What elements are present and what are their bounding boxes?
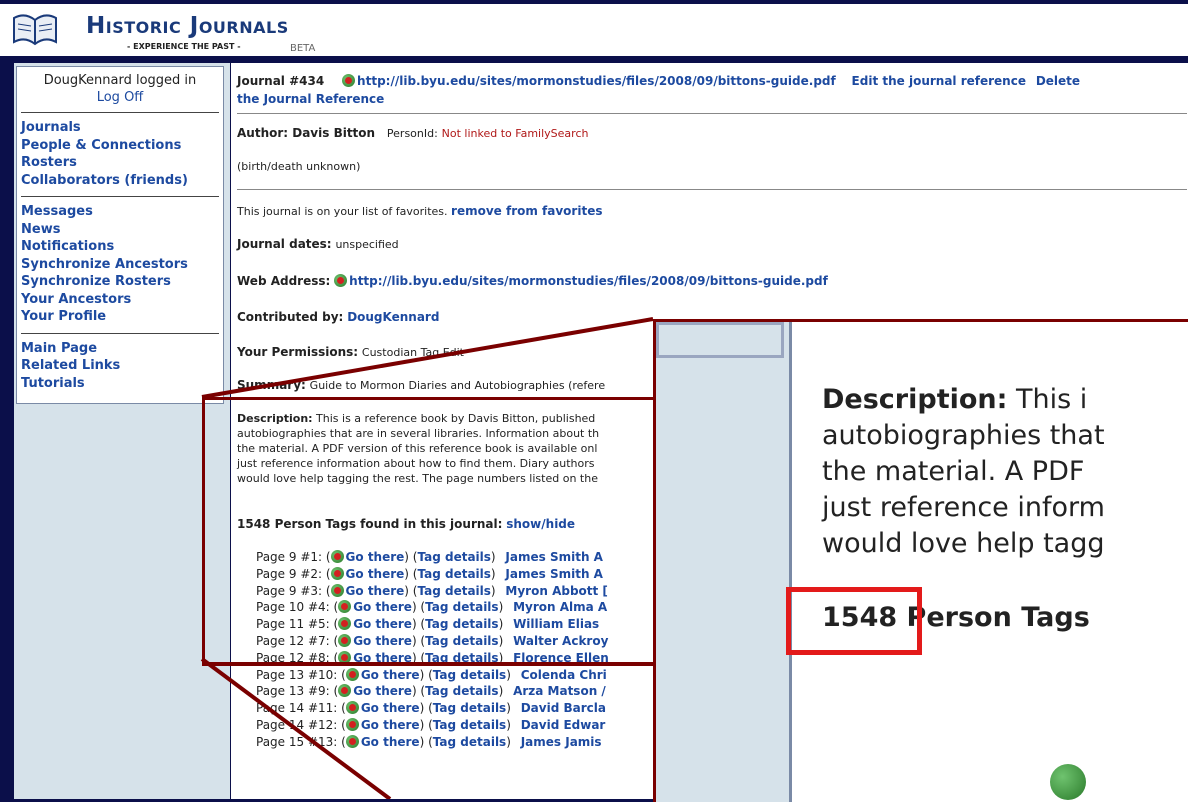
zoom-sidebar-fragment [656,322,784,358]
zoom-line: autobiographies that [822,420,1105,451]
zoom-line: the material. A PDF [822,456,1085,487]
zoom-content: Description: This i autobiographies that… [786,322,1188,802]
zoom-inset: Description: This i autobiographies that… [653,319,1188,802]
zoom-line: Description: This i [822,384,1088,415]
zoom-line: just reference inform [822,492,1105,523]
zoom-line: would love help tagg [822,528,1105,559]
globe-icon [1050,764,1086,800]
count-highlight-box [786,587,922,655]
callout-source-box [202,397,656,666]
